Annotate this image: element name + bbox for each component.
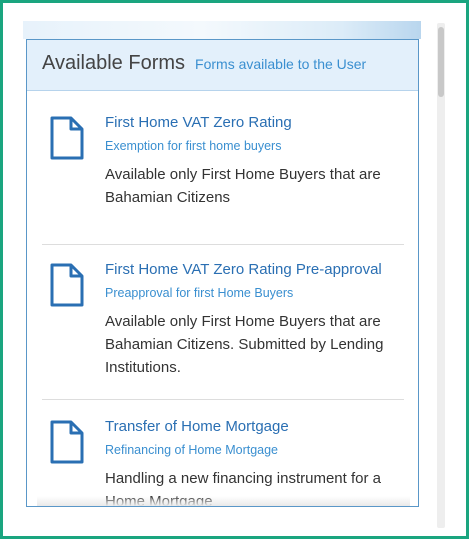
scrollbar-thumb[interactable] <box>438 27 444 97</box>
form-title-link[interactable]: First Home VAT Zero Rating <box>105 113 404 133</box>
list-item[interactable]: Transfer of Home Mortgage Refinancing of… <box>42 400 404 506</box>
list-item[interactable]: First Home VAT Zero Rating Exemption for… <box>42 111 404 245</box>
document-icon <box>50 116 84 160</box>
form-subtitle: Preapproval for first Home Buyers <box>105 286 294 300</box>
document-icon <box>50 263 84 307</box>
scrollbar[interactable] <box>437 23 445 528</box>
document-icon <box>50 420 84 464</box>
scroll-fade <box>37 496 410 506</box>
panel-subtitle: Forms available to the User <box>195 56 367 72</box>
form-title-link[interactable]: Transfer of Home Mortgage <box>105 417 404 437</box>
form-title-link[interactable]: First Home VAT Zero Rating Pre-approval <box>105 260 404 280</box>
form-subtitle: Exemption for first home buyers <box>105 139 282 153</box>
panel-header: Available Forms Forms available to the U… <box>27 40 418 91</box>
panel-title: Available Forms <box>42 52 186 74</box>
form-subtitle: Refinancing of Home Mortgage <box>105 443 279 457</box>
list-item[interactable]: First Home VAT Zero Rating Pre-approval … <box>42 245 404 400</box>
available-forms-panel: Available Forms Forms available to the U… <box>26 39 419 507</box>
form-description: Available only First Home Buyers that ar… <box>105 166 381 206</box>
top-banner-strip <box>23 21 421 39</box>
window-frame: Available Forms Forms available to the U… <box>0 0 469 539</box>
form-description: Available only First Home Buyers that ar… <box>105 313 384 376</box>
